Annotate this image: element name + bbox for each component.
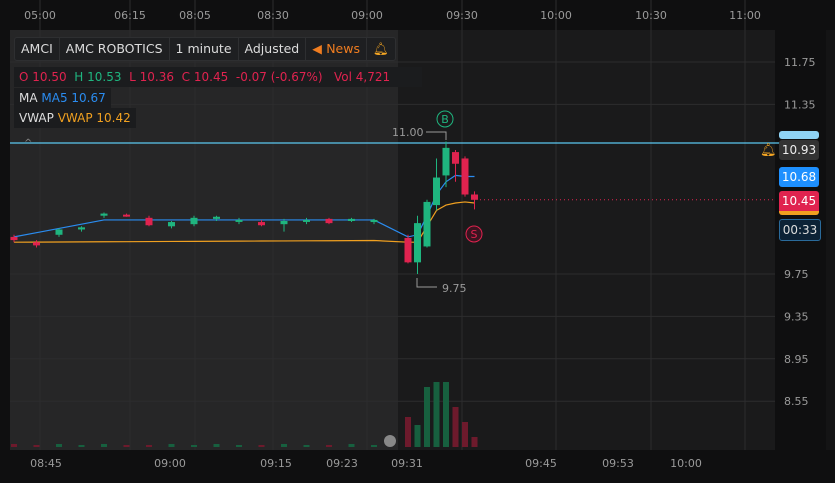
event-marker-icon [384, 435, 396, 447]
candle-body [348, 218, 355, 221]
price-axis-label: 8.95 [784, 353, 809, 366]
volume-bar [462, 422, 468, 447]
alert-bell-icon: 🔔︎ [760, 143, 777, 158]
volume-bar [258, 445, 265, 447]
low-annotation: 9.75 [442, 282, 467, 295]
volume-bar [213, 444, 220, 447]
volume-bar [471, 437, 478, 447]
candle-body [433, 177, 440, 206]
top-time-label: 09:00 [351, 9, 383, 22]
volume-bar [348, 444, 355, 447]
top-time-label: 10:30 [635, 9, 667, 22]
candle-body [258, 222, 265, 226]
top-time-label: 11:00 [729, 9, 761, 22]
volume-bar [303, 445, 310, 447]
volume-bar [123, 445, 130, 447]
volume-bar [11, 444, 17, 447]
symbol-header: AMCI AMC ROBOTICS 1 minute Adjusted ◀︎ N… [14, 37, 396, 61]
candle-body [325, 218, 333, 224]
candle-body [33, 242, 40, 246]
volume-bar [56, 444, 62, 447]
news-label: News [326, 41, 360, 56]
candle-body [100, 213, 108, 216]
volume-bar [424, 387, 430, 447]
volume-bar [191, 445, 197, 447]
volume-bar [443, 382, 449, 447]
price-axis-label: 8.55 [784, 395, 809, 408]
bottom-time-label: 09:45 [525, 457, 557, 470]
candle-body [235, 219, 243, 222]
candle-body [55, 229, 63, 235]
candle-body [190, 217, 198, 225]
top-time-label: 05:00 [24, 9, 56, 22]
company-name: AMC ROBOTICS [60, 38, 170, 60]
candle-body [471, 194, 478, 200]
vwap-legend[interactable]: VWAP VWAP 10.42 [14, 108, 136, 128]
volume-bar [33, 445, 40, 447]
bottom-time-label: 10:00 [670, 457, 702, 470]
bottom-time-label: 09:23 [326, 457, 358, 470]
top-time-label: 08:05 [179, 9, 211, 22]
volume-bar [281, 444, 287, 447]
price-axis-label: 11.75 [784, 56, 816, 69]
candle-body [78, 227, 85, 230]
bottom-time-label: 09:53 [602, 457, 634, 470]
bottom-time-label: 09:00 [154, 457, 186, 470]
volume-bar [101, 444, 107, 447]
volume-bar [405, 417, 411, 447]
bar-timer-tag: 00:33 [779, 219, 821, 241]
bottom-time-label: 09:31 [391, 457, 423, 470]
candle-body [452, 152, 459, 164]
volume-bar [168, 444, 175, 447]
news-button[interactable]: ◀︎ News [306, 38, 367, 60]
top-time-label: 09:30 [446, 9, 478, 22]
candle-body [280, 221, 288, 225]
scrollbar[interactable] [826, 30, 835, 450]
last-price-tag: 10.45 [779, 191, 819, 215]
candle-body [414, 223, 421, 263]
candle-body [370, 219, 378, 223]
alert-price-tag[interactable]: 10.93 [779, 140, 819, 160]
ma-legend[interactable]: MA MA5 10.67 [14, 88, 111, 108]
volume-bar [78, 445, 85, 447]
volume-bar [414, 425, 421, 447]
buy-label: B [441, 113, 449, 126]
volume-bar [146, 445, 152, 447]
price-axis-label: 9.35 [784, 310, 809, 323]
price-axis-label: 11.35 [784, 98, 816, 111]
top-time-label: 10:00 [540, 9, 572, 22]
volume-bar [371, 445, 377, 447]
candle-body [404, 237, 412, 263]
volume-bar [326, 445, 332, 447]
candle-body [123, 214, 130, 217]
bottom-time-label: 08:45 [30, 457, 62, 470]
candle-body [10, 236, 18, 241]
candle-body [145, 217, 153, 226]
price-axis-label: 9.75 [784, 268, 809, 281]
interval-button[interactable]: 1 minute [170, 38, 239, 60]
sell-label: S [471, 228, 478, 241]
ma-price-tag: 10.68 [779, 167, 819, 187]
bottom-time-label: 09:15 [260, 457, 292, 470]
candle-body [303, 219, 310, 222]
bell-icon[interactable]: 🔔︎ [367, 38, 395, 60]
volume-bar [236, 445, 242, 447]
adjusted-button[interactable]: Adjusted [239, 38, 307, 60]
candle-body [423, 201, 431, 247]
alert-tag-top [779, 131, 819, 139]
candle-body [213, 216, 220, 219]
top-time-label: 08:30 [257, 9, 289, 22]
top-time-label: 06:15 [114, 9, 146, 22]
megaphone-icon: ◀︎ [312, 41, 327, 56]
candle-body [168, 222, 175, 227]
candle-body [461, 158, 469, 195]
ohlc-legend: O 10.50 H 10.53 L 10.36 C 10.45 -0.07 (-… [14, 67, 422, 87]
volume-bar [452, 407, 459, 447]
high-annotation: 11.00 [392, 126, 424, 139]
collapse-chevron-icon: ^ [24, 138, 32, 149]
symbol[interactable]: AMCI [15, 38, 60, 60]
candle-body [442, 147, 450, 176]
volume-bar [433, 382, 440, 447]
